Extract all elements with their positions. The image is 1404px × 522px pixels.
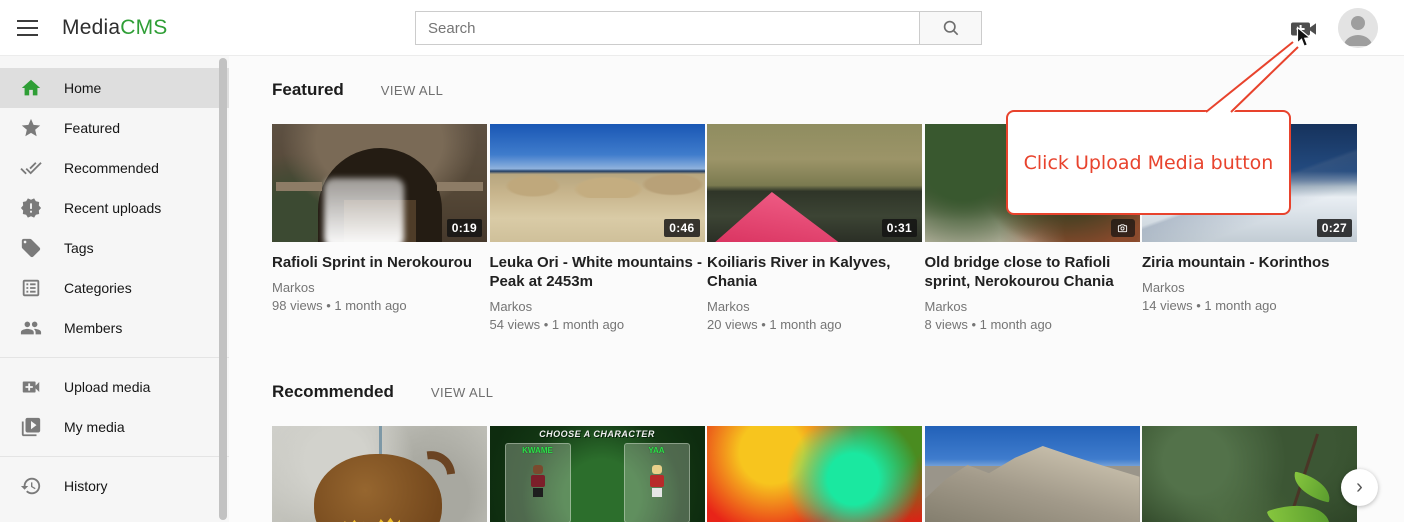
- search-input[interactable]: [415, 11, 919, 45]
- sidebar-item-upload-media[interactable]: Upload media: [0, 367, 229, 407]
- upload-media-button[interactable]: [1291, 18, 1317, 40]
- featured-view-all-link[interactable]: VIEW ALL: [381, 83, 443, 98]
- sidebar-item-label: Home: [64, 80, 101, 96]
- sidebar-item-my-media[interactable]: My media: [0, 407, 229, 447]
- sidebar-item-label: Categories: [64, 280, 132, 296]
- media-card: 0:19 Rafioli Sprint in Nerokourou Markos…: [272, 124, 487, 315]
- media-meta: 98 views • 1 month ago: [272, 297, 487, 315]
- history-icon: [20, 475, 42, 497]
- sidebar-item-history[interactable]: History: [0, 466, 229, 506]
- upload-media-icon: [1291, 18, 1317, 40]
- video-thumbnail[interactable]: 0:46: [490, 124, 705, 242]
- sidebar-item-featured[interactable]: Featured: [0, 108, 229, 148]
- duration-badge: 0:31: [882, 219, 917, 237]
- video-thumbnail[interactable]: [272, 426, 487, 522]
- media-meta: 20 views • 1 month ago: [707, 316, 922, 334]
- sidebar-divider: [0, 357, 229, 358]
- video-thumbnail[interactable]: [707, 426, 922, 522]
- search-icon: [941, 18, 961, 38]
- sidebar-item-home[interactable]: Home: [0, 68, 229, 108]
- media-meta: 14 views • 1 month ago: [1142, 297, 1357, 315]
- new-releases-icon: [20, 197, 42, 219]
- top-bar: MediaCMS: [0, 0, 1404, 56]
- duration-badge: 0:19: [447, 219, 482, 237]
- section-title-featured: Featured: [272, 80, 344, 100]
- sidebar-item-recent-uploads[interactable]: Recent uploads: [0, 188, 229, 228]
- sidebar-item-label: Recent uploads: [64, 200, 161, 216]
- section-title-recommended: Recommended: [272, 382, 394, 402]
- video-thumbnail[interactable]: [925, 426, 1140, 522]
- duration-badge: 0:46: [664, 219, 699, 237]
- media-author[interactable]: Markos: [925, 298, 1140, 316]
- sidebar-item-label: Recommended: [64, 160, 159, 176]
- media-title[interactable]: Leuka Ori - White mountains - Peak at 24…: [490, 253, 705, 291]
- user-avatar[interactable]: [1338, 8, 1378, 48]
- media-title[interactable]: Old bridge close to Rafioli sprint, Nero…: [925, 253, 1140, 291]
- media-author[interactable]: Markos: [707, 298, 922, 316]
- camera-icon: [1111, 219, 1135, 237]
- sidebar-scrollbar[interactable]: [219, 58, 227, 520]
- sidebar-item-recommended[interactable]: Recommended: [0, 148, 229, 188]
- annotation-text: Click Upload Media button: [1024, 152, 1274, 174]
- video-call-icon: [20, 376, 42, 398]
- sidebar-item-label: My media: [64, 419, 125, 435]
- video-thumbnail[interactable]: [1142, 426, 1357, 522]
- hamburger-menu-icon[interactable]: [14, 14, 42, 42]
- members-icon: [20, 317, 42, 339]
- carousel-next-button[interactable]: ›: [1341, 469, 1378, 506]
- media-card: 0:31 Koiliaris River in Kalyves, Chania …: [707, 124, 922, 334]
- tag-icon: [20, 237, 42, 259]
- done-all-icon: [20, 157, 42, 179]
- recommended-section: Recommended VIEW ALL CHOOSE A CHARACTER …: [272, 382, 1404, 522]
- sidebar-item-label: Upload media: [64, 379, 150, 395]
- mediacms-app: MediaCMS Home Featured Recommended: [0, 0, 1404, 522]
- recommended-cards-row: CHOOSE A CHARACTER KWAME YAA Selected Se…: [272, 426, 1404, 522]
- search-button[interactable]: [919, 11, 982, 45]
- annotation-callout: Click Upload Media button: [1006, 110, 1291, 215]
- sidebar-item-label: Tags: [64, 240, 94, 256]
- recommended-view-all-link[interactable]: VIEW ALL: [431, 385, 493, 400]
- search-form: [415, 11, 982, 45]
- sidebar-item-label: Members: [64, 320, 122, 336]
- app-logo[interactable]: MediaCMS: [62, 0, 167, 56]
- sidebar: Home Featured Recommended Recent uploads…: [0, 56, 229, 522]
- video-thumbnail[interactable]: 0:31: [707, 124, 922, 242]
- media-title[interactable]: Koiliaris River in Kalyves, Chania: [707, 253, 922, 291]
- media-author[interactable]: Markos: [1142, 279, 1357, 297]
- thumbnail-overlay-text: YAA: [625, 446, 689, 455]
- media-title[interactable]: Ziria mountain - Korinthos: [1142, 253, 1357, 272]
- logo-text-green: CMS: [120, 16, 167, 40]
- sidebar-item-label: History: [64, 478, 108, 494]
- media-meta: 8 views • 1 month ago: [925, 316, 1140, 334]
- media-title[interactable]: Rafioli Sprint in Nerokourou: [272, 253, 487, 272]
- video-thumbnail[interactable]: 0:19: [272, 124, 487, 242]
- categories-icon: [20, 277, 42, 299]
- sidebar-item-categories[interactable]: Categories: [0, 268, 229, 308]
- media-author[interactable]: Markos: [272, 279, 487, 297]
- video-thumbnail[interactable]: CHOOSE A CHARACTER KWAME YAA Selected Se…: [490, 426, 705, 522]
- sidebar-item-tags[interactable]: Tags: [0, 228, 229, 268]
- sidebar-item-members[interactable]: Members: [0, 308, 229, 348]
- logo-text-black: Media: [62, 16, 120, 40]
- chevron-right-icon: ›: [1356, 477, 1363, 497]
- media-author[interactable]: Markos: [490, 298, 705, 316]
- home-icon: [20, 77, 42, 99]
- media-card: 0:46 Leuka Ori - White mountains - Peak …: [490, 124, 705, 334]
- sidebar-item-label: Featured: [64, 120, 120, 136]
- thumbnail-overlay-text: KWAME: [506, 446, 570, 455]
- thumbnail-overlay-text: CHOOSE A CHARACTER: [490, 429, 705, 439]
- sidebar-divider: [0, 456, 229, 457]
- avatar-person-icon: [1338, 8, 1378, 48]
- video-library-icon: [20, 416, 42, 438]
- media-meta: 54 views • 1 month ago: [490, 316, 705, 334]
- duration-badge: 0:27: [1317, 219, 1352, 237]
- star-icon: [20, 117, 42, 139]
